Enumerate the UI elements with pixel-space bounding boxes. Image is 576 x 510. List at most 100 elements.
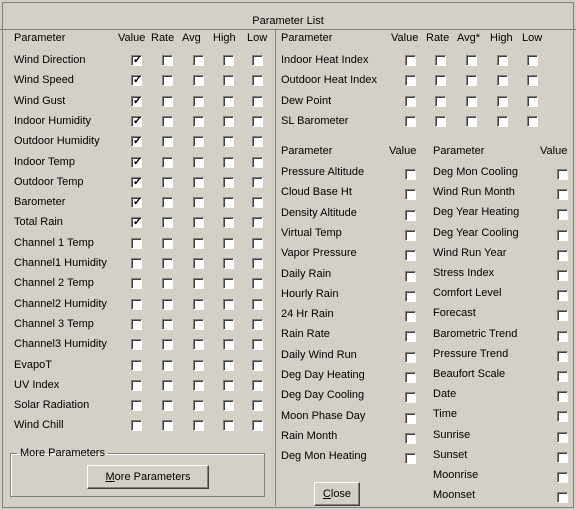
left-row-checkbox-rate[interactable] [162,298,173,310]
left-row-checkbox-avg[interactable] [193,318,204,330]
right-top-row-checkbox-value[interactable] [405,95,416,107]
left-row-checkbox-high[interactable] [223,55,234,66]
mid-row-checkbox[interactable] [405,270,416,282]
far-row-checkbox[interactable] [557,492,568,504]
mid-row-checkbox[interactable] [405,453,416,465]
far-row-checkbox[interactable] [557,209,568,221]
left-row-checkbox-low[interactable] [252,95,263,107]
left-row-checkbox-value[interactable]: ✓ [131,135,142,148]
left-row-checkbox-avg[interactable] [193,115,204,127]
mid-row-checkbox[interactable] [405,290,416,302]
left-row-checkbox-avg[interactable] [193,379,204,391]
left-row-checkbox-avg[interactable] [193,258,204,269]
far-row-checkbox[interactable] [557,472,568,483]
right-top-row-checkbox-value[interactable] [405,115,416,127]
mid-row-checkbox[interactable] [405,372,416,383]
left-row-checkbox-value[interactable]: ✓ [131,115,142,127]
far-row-checkbox[interactable] [557,431,568,443]
mid-row-checkbox[interactable] [405,412,416,424]
left-row-checkbox-value[interactable] [131,379,142,391]
left-row-checkbox-high[interactable] [223,318,234,330]
right-top-row-checkbox-avg[interactable] [466,75,477,87]
left-row-checkbox-low[interactable] [252,136,263,148]
left-row-checkbox-high[interactable] [223,339,234,351]
left-row-checkbox-avg[interactable] [193,359,204,371]
left-row-checkbox-value[interactable] [131,278,142,290]
left-row-checkbox-value[interactable]: ✓ [131,196,142,209]
left-row-checkbox-avg[interactable] [193,400,204,412]
left-row-checkbox-rate[interactable] [162,115,173,127]
left-row-checkbox-avg[interactable] [193,237,204,249]
left-row-checkbox-high[interactable] [223,176,234,188]
left-row-checkbox-high[interactable] [223,258,234,269]
left-row-checkbox-value[interactable] [131,298,142,310]
left-row-checkbox-avg[interactable] [193,95,204,107]
left-row-checkbox-low[interactable] [252,379,263,391]
left-row-checkbox-rate[interactable] [162,258,173,269]
left-row-checkbox-avg[interactable] [193,176,204,188]
mid-row-checkbox[interactable] [405,432,416,444]
left-row-checkbox-low[interactable] [252,75,263,87]
left-row-checkbox-high[interactable] [223,420,234,432]
left-row-checkbox-avg[interactable] [193,298,204,310]
right-top-row-checkbox-low[interactable] [527,75,538,87]
left-row-checkbox-value[interactable]: ✓ [131,176,142,188]
left-row-checkbox-value[interactable] [131,237,142,249]
left-row-checkbox-avg[interactable] [193,75,204,87]
right-top-row-checkbox-rate[interactable] [435,75,446,87]
left-row-checkbox-value[interactable]: ✓ [131,74,142,87]
mid-row-checkbox[interactable] [405,209,416,221]
left-row-checkbox-avg[interactable] [193,278,204,290]
left-row-checkbox-high[interactable] [223,136,234,148]
left-row-checkbox-value[interactable] [131,318,142,330]
right-top-row-checkbox-avg[interactable] [466,115,477,127]
mid-row-checkbox[interactable] [405,351,416,363]
right-top-row-checkbox-low[interactable] [527,115,538,127]
left-row-checkbox-value[interactable]: ✓ [131,156,142,168]
left-row-checkbox-high[interactable] [223,400,234,412]
left-row-checkbox-low[interactable] [252,318,263,330]
mid-row-checkbox[interactable] [405,250,416,262]
left-row-checkbox-low[interactable] [252,217,263,229]
left-row-checkbox-rate[interactable] [162,136,173,148]
left-row-checkbox-rate[interactable] [162,237,173,249]
left-row-checkbox-value[interactable] [131,258,142,269]
left-row-checkbox-rate[interactable] [162,278,173,290]
left-row-checkbox-high[interactable] [223,379,234,391]
mid-row-checkbox[interactable] [405,229,416,241]
far-row-checkbox[interactable] [557,310,568,322]
left-row-checkbox-rate[interactable] [162,197,173,209]
left-row-checkbox-rate[interactable] [162,75,173,87]
left-row-checkbox-high[interactable] [223,237,234,249]
far-row-checkbox[interactable] [557,290,568,302]
left-row-checkbox-low[interactable] [252,55,263,66]
far-row-checkbox[interactable] [557,249,568,261]
right-top-row-checkbox-avg[interactable] [466,95,477,107]
mid-row-checkbox[interactable] [405,311,416,323]
mid-row-checkbox[interactable] [405,331,416,343]
left-row-checkbox-high[interactable] [223,359,234,371]
left-row-checkbox-high[interactable] [223,278,234,290]
far-row-checkbox[interactable] [557,411,568,423]
right-top-row-checkbox-high[interactable] [497,95,508,107]
left-row-checkbox-rate[interactable] [162,359,173,371]
left-row-checkbox-avg[interactable] [193,339,204,351]
left-row-checkbox-low[interactable] [252,258,263,269]
far-row-checkbox[interactable] [557,189,568,201]
left-row-checkbox-value[interactable] [131,339,142,351]
left-row-checkbox-rate[interactable] [162,420,173,432]
left-row-checkbox-value[interactable]: ✓ [131,216,142,229]
left-row-checkbox-rate[interactable] [162,400,173,412]
left-row-checkbox-low[interactable] [252,115,263,127]
left-row-checkbox-rate[interactable] [162,217,173,229]
left-row-checkbox-avg[interactable] [193,197,204,209]
left-row-checkbox-low[interactable] [252,400,263,412]
left-row-checkbox-low[interactable] [252,176,263,188]
left-row-checkbox-avg[interactable] [193,217,204,229]
mid-row-checkbox[interactable] [405,169,416,180]
left-row-checkbox-rate[interactable] [162,156,173,168]
left-row-checkbox-value[interactable] [131,420,142,432]
far-row-checkbox[interactable] [557,371,568,382]
left-row-checkbox-avg[interactable] [193,156,204,168]
left-row-checkbox-value[interactable]: ✓ [131,54,142,66]
